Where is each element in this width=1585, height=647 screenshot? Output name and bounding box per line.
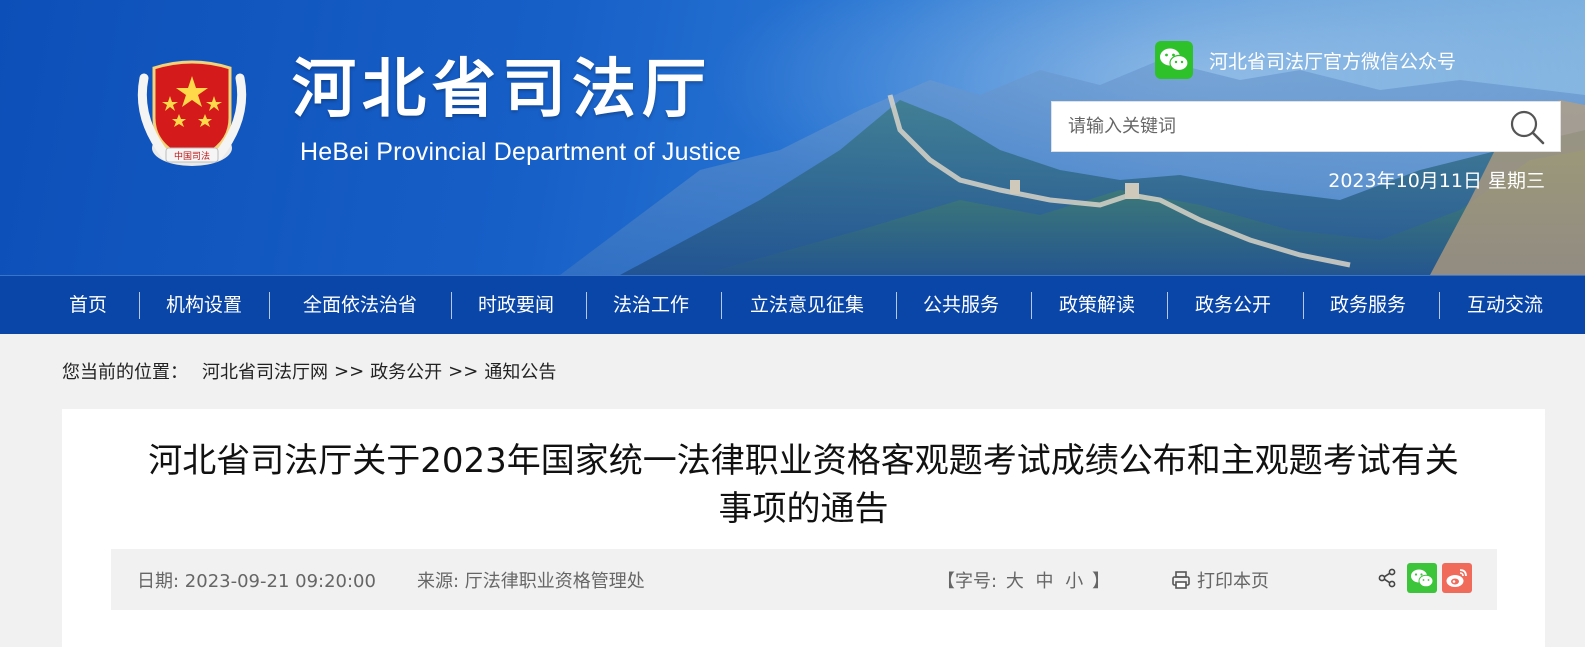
nav-separator: [1439, 292, 1440, 319]
breadcrumb: 您当前的位置： 河北省司法厅网 >> 政务公开 >> 通知公告: [62, 358, 556, 384]
font-size-bracket: 】: [1092, 571, 1111, 592]
search-box: [1051, 101, 1561, 152]
article-meta-bar: 日期: 2023-09-21 09:20:00 来源: 厅法律职业资格管理处 【…: [111, 549, 1497, 610]
weibo-icon[interactable]: [1442, 563, 1472, 593]
nav-government-services[interactable]: 政务服务: [1314, 276, 1422, 335]
justice-emblem: 中国司法: [132, 48, 252, 176]
font-size-large-button[interactable]: 大: [1006, 571, 1024, 592]
wechat-official-account-link[interactable]: 河北省司法厅官方微信公众号: [1155, 40, 1456, 80]
wechat-label: 河北省司法厅官方微信公众号: [1209, 50, 1457, 73]
nav-separator: [1303, 292, 1304, 319]
site-subtitle-en: HeBei Provincial Department of Justice: [300, 138, 742, 166]
breadcrumb-separator: >>: [448, 360, 479, 382]
print-icon: [1171, 570, 1191, 590]
nav-organization[interactable]: 机构设置: [150, 276, 258, 335]
breadcrumb-notices-link[interactable]: 通知公告: [484, 358, 556, 384]
nav-separator: [1167, 292, 1168, 319]
emblem-text: 中国司法: [174, 150, 210, 162]
nav-policy-interpretation[interactable]: 政策解读: [1043, 276, 1151, 335]
article-title-line: 事项的通告: [718, 489, 889, 529]
font-size-medium-button[interactable]: 中: [1036, 571, 1054, 592]
nav-separator: [269, 292, 270, 319]
nav-public-services[interactable]: 公共服务: [907, 276, 1015, 335]
breadcrumb-prefix: 您当前的位置：: [62, 362, 188, 383]
nav-government-affairs[interactable]: 政务公开: [1179, 276, 1287, 335]
nav-separator: [139, 292, 140, 319]
breadcrumb-home-link[interactable]: 河北省司法厅网: [202, 358, 328, 384]
breadcrumb-gov-affairs-link[interactable]: 政务公开: [370, 358, 442, 384]
main-nav: 首页 机构设置 全面依法治省 时政要闻 法治工作 立法意见征集 公共服务 政策解…: [0, 275, 1585, 334]
search-input[interactable]: [1052, 102, 1502, 151]
publish-date: 日期: 2023-09-21 09:20:00: [137, 571, 376, 592]
nav-separator: [1031, 292, 1032, 319]
nav-separator: [721, 292, 722, 319]
nav-rule-of-law[interactable]: 全面依法治省: [285, 276, 435, 335]
article-source: 来源: 厅法律职业资格管理处: [417, 571, 645, 592]
article-title: 河北省司法厅关于2023年国家统一法律职业资格客观题考试成绩公布和主观题考试有关…: [102, 437, 1505, 533]
site-title: 河北省司法厅: [292, 52, 712, 127]
search-icon[interactable]: [1508, 108, 1546, 146]
print-label: 打印本页: [1197, 571, 1269, 592]
font-size-label: 【字号:: [937, 571, 998, 592]
article-title-line: 河北省司法厅关于2023年国家统一法律职业资格客观题考试成绩公布和主观题考试有关: [148, 441, 1459, 481]
print-button[interactable]: 打印本页: [1171, 567, 1269, 593]
article-panel: 河北省司法厅关于2023年国家统一法律职业资格客观题考试成绩公布和主观题考试有关…: [62, 409, 1545, 647]
font-size-control: 【字号: 大 中 小 】: [937, 567, 1110, 593]
breadcrumb-separator: >>: [334, 360, 365, 382]
nav-separator: [451, 292, 452, 319]
nav-legal-work[interactable]: 法治工作: [597, 276, 705, 335]
nav-legislation-opinions[interactable]: 立法意见征集: [732, 276, 882, 335]
nav-interaction[interactable]: 互动交流: [1450, 276, 1560, 335]
wechat-icon: [1155, 41, 1193, 79]
nav-news[interactable]: 时政要闻: [462, 276, 570, 335]
share-icon[interactable]: [1377, 568, 1397, 588]
header-banner: 中国司法 河北省司法厅 HeBei Provincial Department …: [0, 0, 1585, 275]
current-date: 2023年10月11日 星期三: [1328, 170, 1545, 192]
nav-separator: [586, 292, 587, 319]
share-wechat-icon[interactable]: [1407, 563, 1437, 593]
nav-home[interactable]: 首页: [48, 276, 128, 335]
nav-separator: [896, 292, 897, 319]
font-size-small-button[interactable]: 小: [1065, 571, 1083, 592]
